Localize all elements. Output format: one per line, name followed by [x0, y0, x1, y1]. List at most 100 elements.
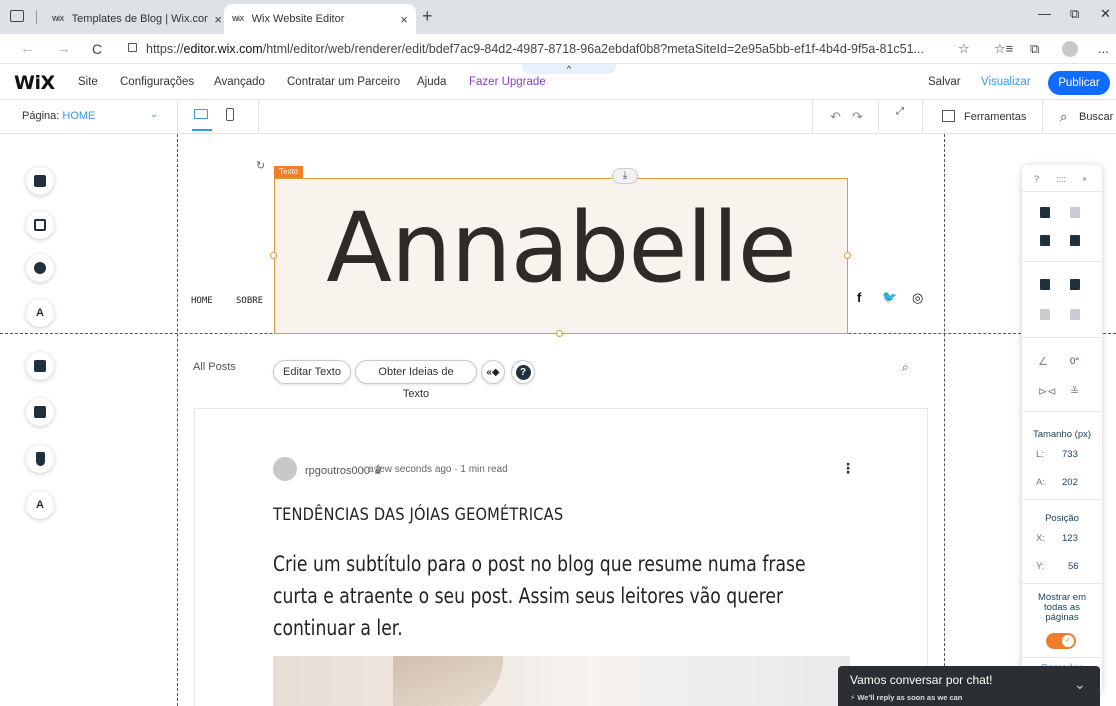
window-close-icon[interactable]: ✕ — [1100, 6, 1111, 22]
collections-icon[interactable]: ⧉ — [1030, 41, 1039, 57]
site-nav-about[interactable]: SOBRE — [236, 296, 263, 306]
menu-advanced[interactable]: Avançado — [214, 76, 265, 88]
toggle-check-icon: ✓ — [1062, 635, 1074, 647]
facebook-icon[interactable]: f — [857, 290, 861, 305]
author-avatar[interactable] — [273, 457, 297, 481]
mobile-view-icon[interactable] — [226, 108, 234, 121]
favorite-star-icon[interactable]: ☆ — [958, 41, 970, 57]
back-icon[interactable]: ← — [20, 40, 35, 57]
chevron-down-icon[interactable]: ⌄ — [150, 109, 158, 120]
height-value[interactable]: 202 — [1062, 477, 1078, 488]
element-properties-panel: ? :::: × ∠ 0° ⊳⊲ ≚ Tamanho (px) L: 733 A… — [1022, 165, 1102, 693]
add-apps-button[interactable] — [26, 352, 54, 380]
redo-icon[interactable]: ↷ — [852, 109, 863, 125]
wix-logo[interactable]: WiX — [14, 72, 55, 94]
desktop-view-icon[interactable] — [194, 109, 208, 119]
post-title[interactable]: TENDÊNCIAS DAS JÓIAS GEOMÉTRICAS — [273, 505, 563, 525]
search-icon[interactable]: ⌕ — [1060, 109, 1067, 125]
favorites-bar-icon[interactable]: ☆≡ — [994, 41, 1013, 57]
publish-button[interactable]: Publicar — [1048, 71, 1110, 95]
y-value[interactable]: 56 — [1068, 561, 1079, 572]
browser-address-bar: ← → C https://editor.wix.com/html/editor… — [0, 34, 1116, 64]
help-button[interactable]: ? — [511, 360, 535, 384]
delete-icon[interactable] — [1070, 235, 1080, 246]
distribute-icon[interactable] — [1070, 309, 1080, 320]
blog-search-icon[interactable]: ⌕ — [902, 360, 909, 375]
flip-horizontal-icon[interactable]: ⊳⊲ — [1038, 385, 1056, 398]
media-button[interactable] — [26, 398, 54, 426]
url-prefix: https:// — [146, 42, 184, 56]
width-value[interactable]: 733 — [1062, 449, 1078, 460]
collapse-toolbar-button[interactable]: ^ — [522, 64, 616, 74]
chat-widget[interactable]: Vamos conversar por chat! ⚡ We'll reply … — [838, 666, 1100, 706]
post-meta: · a few seconds ago · 1 min read — [362, 464, 508, 475]
business-button[interactable]: A — [26, 491, 54, 519]
post-subtitle[interactable]: Crie um subtítulo para o post no blog qu… — [273, 548, 831, 644]
background-button[interactable] — [26, 211, 54, 239]
maximize-icon[interactable]: ⧉ — [1070, 6, 1079, 22]
site-design-button[interactable]: A — [26, 299, 54, 327]
blog-button[interactable] — [26, 445, 54, 473]
rotation-value[interactable]: 0° — [1070, 356, 1079, 367]
preview-button[interactable]: Visualizar — [981, 76, 1031, 88]
browser-tab-templates[interactable]: WiX Templates de Blog | Wix.com × — [44, 4, 230, 34]
more-options-icon[interactable]: ... — [1098, 41, 1109, 56]
url-input[interactable]: https://editor.wix.com/html/editor/web/r… — [146, 42, 946, 56]
paste-icon[interactable] — [1070, 207, 1080, 218]
menu-settings[interactable]: Configurações — [120, 76, 194, 88]
lock-icon[interactable] — [128, 43, 137, 52]
post-cover-image[interactable] — [273, 656, 850, 706]
pages-menu-button[interactable] — [26, 167, 54, 195]
menu-hire-partner[interactable]: Contratar um Parceiro — [287, 76, 400, 88]
tools-icon[interactable] — [942, 110, 955, 122]
browser-menu-icon[interactable] — [10, 10, 24, 22]
zoom-out-icon[interactable]: ⤢ — [896, 107, 904, 117]
show-all-pages-toggle[interactable]: ✓ — [1046, 633, 1076, 649]
browser-tabstrip: WiX Templates de Blog | Wix.com × WiX Wi… — [0, 0, 1116, 34]
rotate-icon[interactable]: ↻ — [256, 159, 265, 172]
instagram-icon[interactable]: ◎ — [912, 290, 923, 306]
undo-icon[interactable]: ↶ — [830, 109, 841, 125]
send-backward-icon[interactable] — [1070, 279, 1080, 290]
resize-handle-bottom[interactable] — [556, 330, 563, 337]
separator — [922, 100, 923, 134]
edit-text-button[interactable]: Editar Texto — [273, 360, 351, 384]
flip-vertical-icon[interactable]: ≚ — [1070, 385, 1079, 398]
guide-line-right — [944, 134, 945, 706]
more-options-icon[interactable]: ⋮ — [841, 460, 855, 477]
site-title[interactable]: Annabelle — [274, 188, 848, 308]
minimize-icon[interactable]: — — [1038, 6, 1051, 21]
browser-tab-editor[interactable]: WiX Wix Website Editor × — [224, 4, 416, 34]
desktop-view-indicator — [192, 129, 212, 131]
animation-button[interactable]: «◆ — [481, 360, 505, 384]
anchor-download-button[interactable]: ⤓ — [612, 168, 638, 184]
menu-help[interactable]: Ajuda — [417, 76, 446, 88]
x-value[interactable]: 123 — [1062, 533, 1078, 544]
new-tab-button[interactable]: + — [422, 6, 433, 27]
align-icon[interactable] — [1040, 309, 1050, 320]
duplicate-icon[interactable] — [1040, 235, 1050, 246]
menu-site[interactable]: Site — [78, 76, 98, 88]
search-button[interactable]: Buscar — [1079, 111, 1113, 123]
forward-icon[interactable]: → — [56, 40, 71, 57]
panel-drag-handle-icon[interactable]: :::: — [1056, 174, 1066, 184]
add-elements-button[interactable] — [26, 254, 54, 282]
text-ideas-button[interactable]: Obter Ideias de Texto — [355, 360, 477, 400]
reload-icon[interactable]: C — [92, 41, 102, 57]
profile-avatar[interactable] — [1062, 41, 1078, 57]
twitter-icon[interactable]: 🐦 — [882, 290, 897, 304]
save-button[interactable]: Salvar — [928, 76, 961, 88]
tab-close-icon[interactable]: × — [214, 12, 222, 27]
bring-forward-icon[interactable] — [1040, 279, 1050, 290]
blog-all-posts-link[interactable]: All Posts — [193, 361, 236, 373]
chat-minimize-icon[interactable]: ⌄ — [1074, 676, 1086, 693]
tab-close-icon[interactable]: × — [400, 12, 408, 27]
panel-close-icon[interactable]: × — [1082, 174, 1087, 184]
page-selector[interactable]: Página: HOME — [22, 110, 95, 122]
editor-canvas[interactable]: A A ↻ Texto ⤓ Annabelle HOME SOBRE f 🐦 ◎… — [0, 134, 1116, 706]
tools-button[interactable]: Ferramentas — [964, 111, 1026, 123]
copy-icon[interactable] — [1040, 207, 1050, 218]
panel-help-icon[interactable]: ? — [1034, 174, 1039, 184]
menu-upgrade[interactable]: Fazer Upgrade — [469, 76, 546, 88]
site-nav-home[interactable]: HOME — [191, 296, 213, 306]
